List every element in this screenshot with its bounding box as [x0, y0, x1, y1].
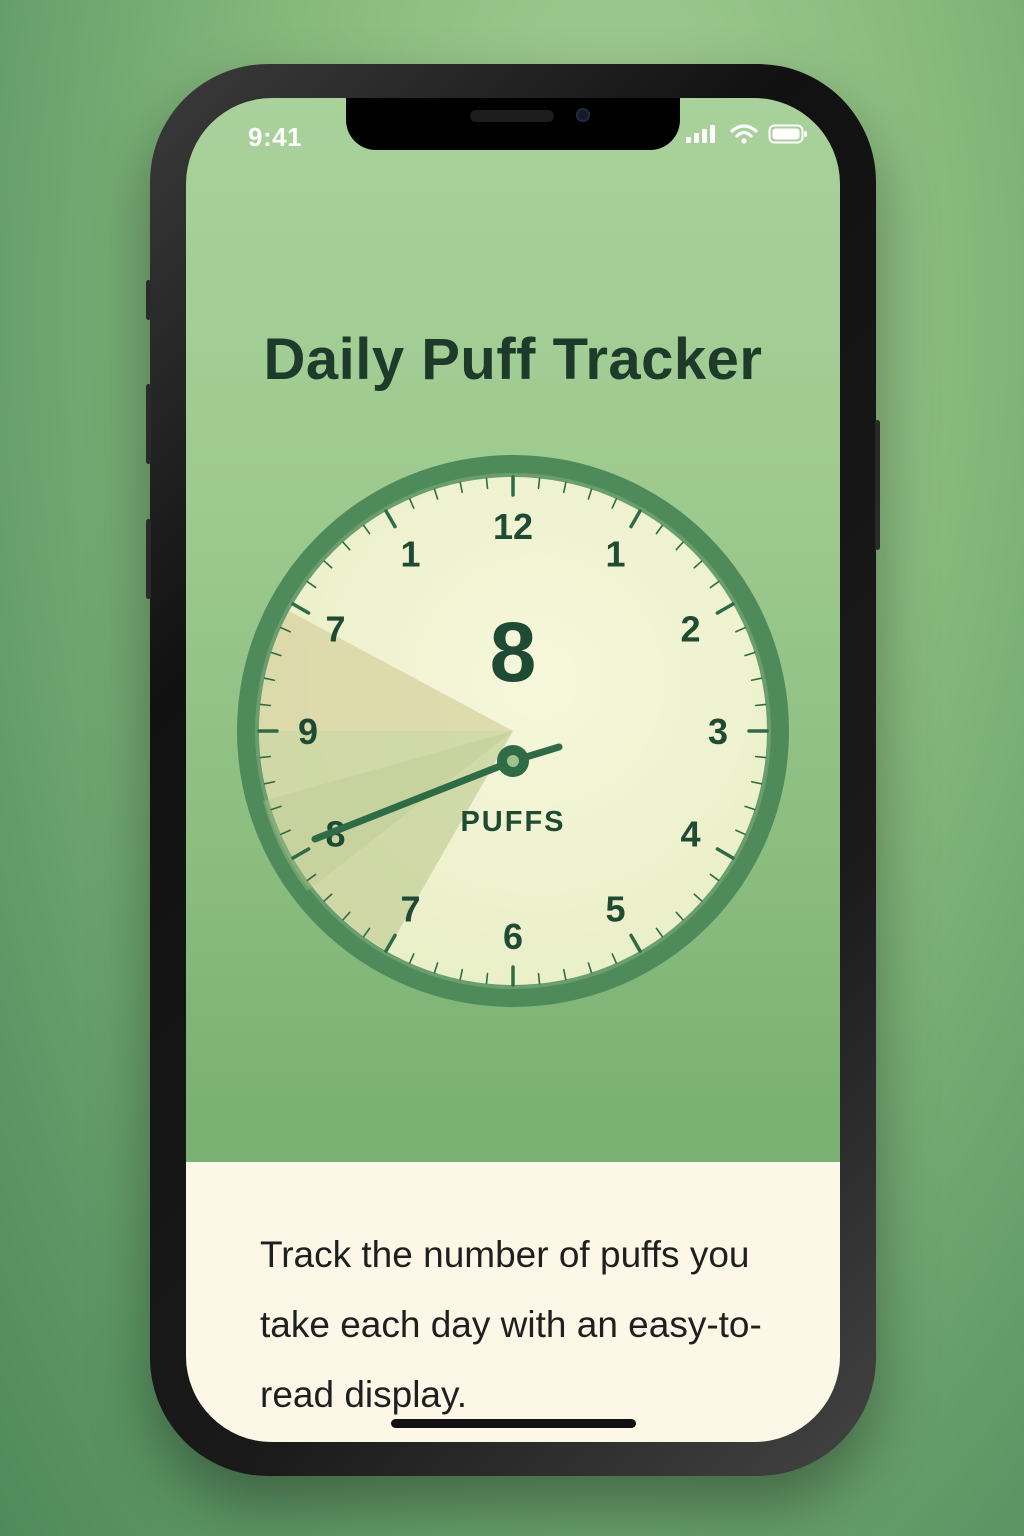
cellular-signal-icon [686, 125, 715, 143]
puff-count: 8 [490, 605, 537, 699]
dial-minor-tick [754, 755, 767, 759]
dial-minor-tick [537, 477, 541, 490]
dial-minor-tick [485, 477, 489, 490]
dial-hub-center [507, 755, 519, 767]
dial-numeral: 5 [605, 889, 625, 930]
dial-numeral: 1 [400, 533, 420, 574]
phone-frame: 9:41 Daily Puff Tracker 12 1 2 3 4 5 6 7… [146, 64, 880, 1476]
dial-numeral: 9 [298, 711, 318, 752]
page-title: Daily Puff Tracker [263, 327, 763, 392]
silent-switch [146, 280, 151, 320]
dial-numeral: 3 [708, 711, 728, 752]
dial-minor-tick [259, 755, 272, 759]
dial-minor-tick [754, 703, 767, 707]
dial-numeral: 7 [325, 609, 345, 650]
puff-unit-label: PUFFS [460, 806, 565, 838]
phone-screen: 9:41 Daily Puff Tracker 12 1 2 3 4 5 6 7… [186, 98, 840, 1442]
dial-svg: 1212345678971 8 PUFFS [237, 455, 789, 1007]
dial-minor-tick [259, 703, 272, 707]
dial-numeral: 2 [681, 609, 701, 650]
volume-up-button [146, 384, 151, 464]
power-button [875, 420, 880, 550]
dial-minor-tick [485, 972, 489, 985]
dial-numeral: 12 [493, 506, 533, 547]
status-time: 9:41 [248, 122, 303, 152]
front-camera [576, 108, 590, 122]
dial-numeral: 1 [605, 533, 625, 574]
wifi-icon [730, 124, 758, 144]
speaker-grille [470, 110, 554, 122]
notch [346, 98, 680, 150]
status-icons [686, 124, 808, 144]
dial-numeral: 6 [503, 916, 523, 957]
dial-numeral: 7 [400, 889, 420, 930]
description-panel: Track the number of puffs you take each … [186, 1162, 840, 1442]
description-text: Track the number of puffs you take each … [260, 1234, 762, 1415]
puff-dial: 1212345678971 8 PUFFS [237, 451, 789, 1011]
battery-icon [768, 124, 807, 144]
home-indicator[interactable] [391, 1419, 636, 1428]
volume-down-button [146, 519, 151, 599]
dial-minor-tick [537, 972, 541, 985]
dial-numeral: 4 [681, 814, 701, 855]
